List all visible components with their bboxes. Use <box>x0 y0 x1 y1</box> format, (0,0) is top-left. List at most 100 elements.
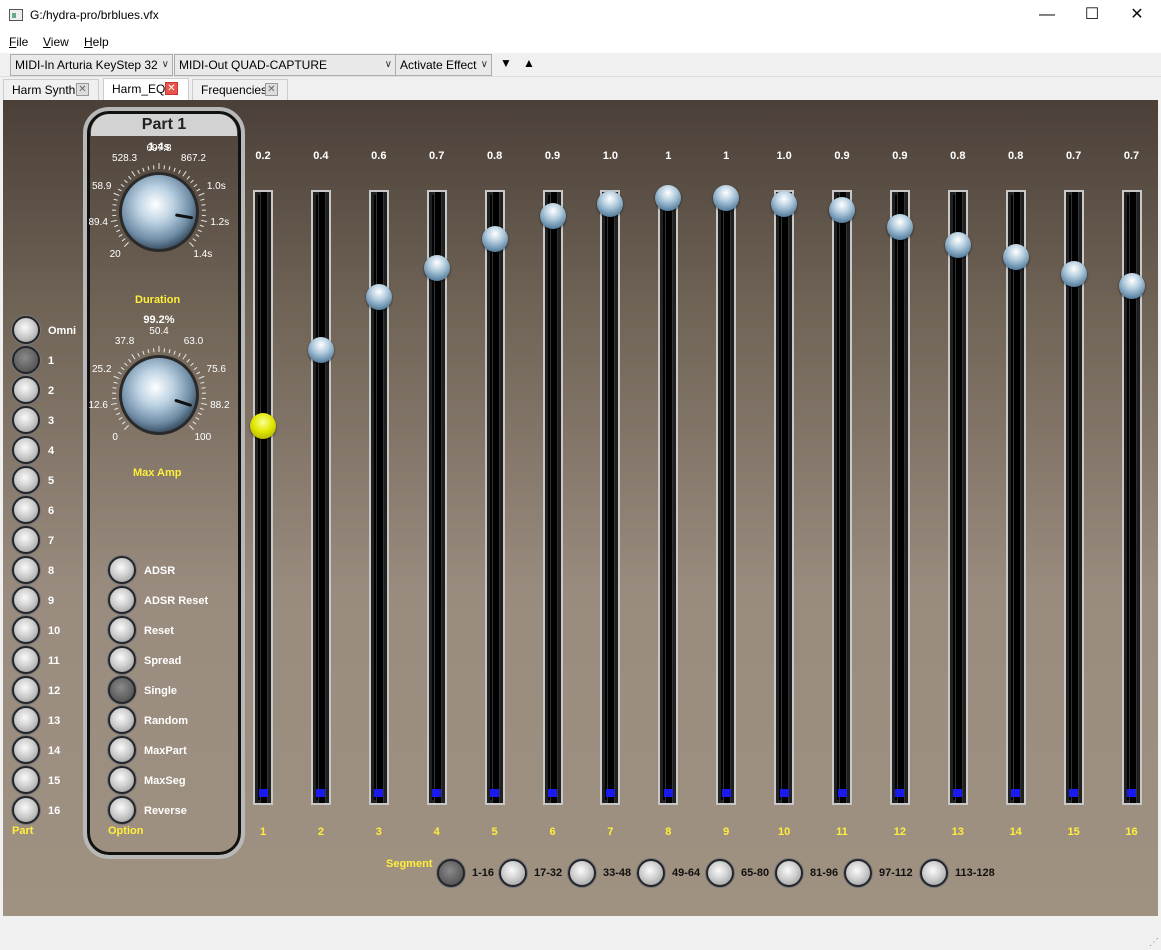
tab-frequencies[interactable]: Frequencies ✕ <box>192 79 288 101</box>
slider-track[interactable] <box>542 190 563 805</box>
option-button[interactable] <box>108 736 136 764</box>
menu-view[interactable]: View <box>43 35 69 49</box>
part-button[interactable] <box>12 466 40 494</box>
option-label: Option <box>108 825 144 837</box>
part-button-label: 5 <box>48 475 55 487</box>
slider-track[interactable] <box>889 190 910 805</box>
slider-track[interactable] <box>253 190 273 805</box>
part-button[interactable] <box>12 736 40 764</box>
slider-base-marker <box>605 789 615 797</box>
slider-track[interactable] <box>774 190 795 805</box>
segment-button[interactable] <box>844 859 872 887</box>
menu-file[interactable]: File <box>9 35 28 49</box>
tab-bar: Harm Synth ✕ Harm_EQ ✕ Frequencies ✕ <box>0 78 1161 101</box>
slider-track[interactable] <box>310 190 331 805</box>
slider-index-label: 14 <box>1009 826 1022 838</box>
max-amp-knob[interactable] <box>109 345 209 445</box>
part-button-label: 3 <box>48 415 55 427</box>
slider-thumb[interactable] <box>1118 272 1145 299</box>
slider-track[interactable] <box>426 190 447 805</box>
move-up-button[interactable]: ▲ <box>523 56 535 70</box>
slider-track[interactable] <box>658 190 679 805</box>
part-button[interactable] <box>12 376 40 404</box>
title-bar: G:/hydra-pro/brblues.vfx — ☐ ✕ <box>0 0 1161 31</box>
segment-button-label: 65-80 <box>741 867 770 879</box>
slider-base-marker <box>316 789 326 797</box>
slider-value: 0.9 <box>892 150 908 162</box>
part-button[interactable] <box>12 586 40 614</box>
part-button[interactable] <box>12 556 40 584</box>
tab-label: Frequencies <box>201 83 268 97</box>
tab-harm-eq[interactable]: Harm_EQ ✕ <box>103 78 189 101</box>
option-button[interactable] <box>108 706 136 734</box>
part-button[interactable] <box>12 496 40 524</box>
option-button[interactable] <box>108 556 136 584</box>
slider-thumb[interactable] <box>713 185 740 211</box>
segment-button[interactable] <box>920 859 948 887</box>
slider-track[interactable] <box>832 190 852 805</box>
part-button-label: 13 <box>48 715 61 727</box>
part-button[interactable] <box>12 616 40 644</box>
close-icon[interactable]: ✕ <box>165 82 178 95</box>
part-button[interactable] <box>12 706 40 734</box>
slider-track[interactable] <box>947 190 968 805</box>
slider-track[interactable] <box>484 190 505 805</box>
option-button[interactable] <box>108 676 136 704</box>
slider-thumb[interactable] <box>829 196 855 223</box>
segment-button-label: 33-48 <box>603 867 632 879</box>
part-button[interactable] <box>12 406 40 434</box>
knob-tick-label: 50.4 <box>149 326 169 337</box>
slider-thumb[interactable] <box>1002 243 1029 270</box>
segment-button[interactable] <box>637 859 665 887</box>
segment-button[interactable] <box>437 859 465 887</box>
resize-grip-icon[interactable]: ⋰ <box>1149 937 1159 948</box>
move-down-button[interactable]: ▼ <box>500 56 512 70</box>
menu-help[interactable]: Help <box>84 35 109 49</box>
part-button[interactable] <box>12 646 40 674</box>
tab-harm-synth[interactable]: Harm Synth ✕ <box>3 79 99 101</box>
slider-thumb[interactable] <box>944 231 971 258</box>
close-button[interactable]: ✕ <box>1114 0 1160 30</box>
effect-select[interactable]: Activate Effect ∨ <box>395 54 492 76</box>
close-icon[interactable]: ✕ <box>76 83 89 96</box>
slider-track[interactable] <box>368 190 389 805</box>
segment-button[interactable] <box>568 859 596 887</box>
slider-base-marker <box>258 789 268 797</box>
slider-thumb[interactable] <box>539 202 566 229</box>
part-button[interactable] <box>12 796 40 824</box>
slider-thumb[interactable] <box>307 337 334 364</box>
option-button[interactable] <box>108 616 136 644</box>
tab-label: Harm Synth <box>12 83 76 97</box>
slider-thumb[interactable] <box>886 214 913 241</box>
part-button[interactable] <box>12 346 40 374</box>
slider-thumb[interactable] <box>481 225 508 252</box>
segment-button-label: 97-112 <box>879 867 913 879</box>
part-button[interactable] <box>12 526 40 554</box>
segment-button[interactable] <box>706 859 734 887</box>
slider-thumb[interactable] <box>1060 261 1087 288</box>
duration-knob[interactable] <box>109 162 209 262</box>
part-button[interactable] <box>12 766 40 794</box>
slider-track[interactable] <box>1005 190 1026 805</box>
slider-index-label: 13 <box>951 826 964 838</box>
slider-thumb[interactable] <box>423 255 450 282</box>
slider-track[interactable] <box>716 190 737 805</box>
slider-track[interactable] <box>600 190 621 805</box>
midi-in-select[interactable]: MIDI-In Arturia KeyStep 32 ∨ <box>10 54 173 76</box>
slider-thumb[interactable] <box>771 190 798 217</box>
option-button[interactable] <box>108 586 136 614</box>
segment-button[interactable] <box>499 859 527 887</box>
option-button[interactable] <box>108 766 136 794</box>
maximize-button[interactable]: ☐ <box>1069 0 1115 30</box>
part-button[interactable] <box>12 676 40 704</box>
knob-tick-label: 1.0s <box>206 181 226 193</box>
segment-button[interactable] <box>775 859 803 887</box>
option-button[interactable] <box>108 796 136 824</box>
option-button[interactable] <box>108 646 136 674</box>
close-icon[interactable]: ✕ <box>265 83 278 96</box>
slider-thumb[interactable] <box>250 413 276 440</box>
part-button[interactable] <box>12 316 40 344</box>
minimize-button[interactable]: — <box>1024 0 1070 30</box>
midi-out-select[interactable]: MIDI-Out QUAD-CAPTURE ∨ <box>174 54 396 76</box>
part-button[interactable] <box>12 436 40 464</box>
